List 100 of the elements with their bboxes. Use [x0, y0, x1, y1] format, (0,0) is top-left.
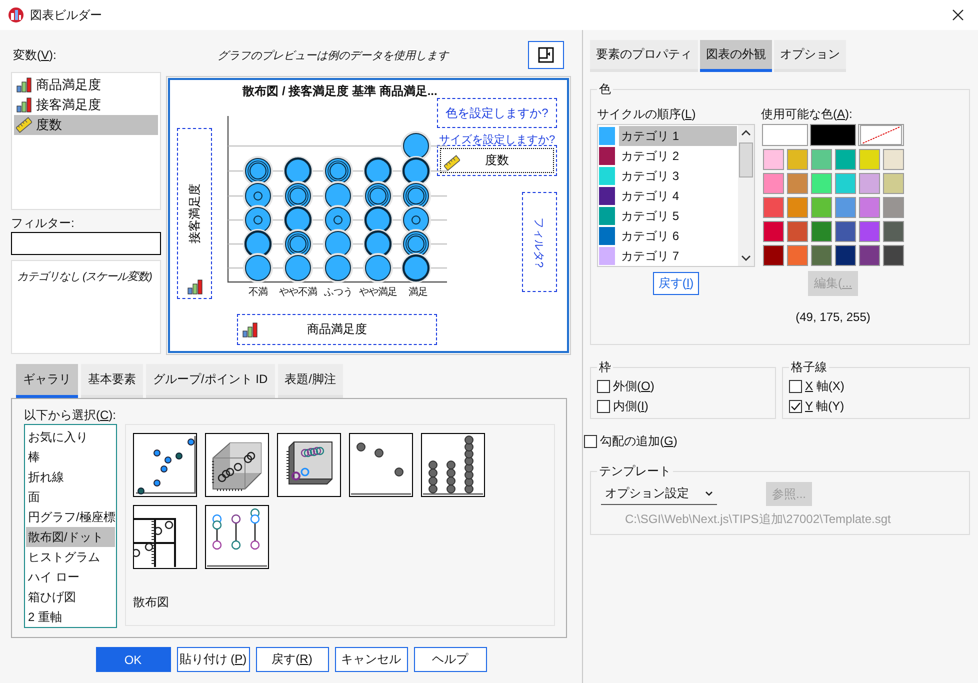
- y-axis-drop-zone[interactable]: 接客満足度: [177, 128, 212, 299]
- color-swatch[interactable]: [810, 173, 832, 194]
- bar-chart-icon: [187, 279, 203, 295]
- color-swatch[interactable]: [786, 149, 808, 170]
- list-item[interactable]: お気に入り: [26, 427, 115, 447]
- dialog-button[interactable]: ヘルプ: [414, 647, 486, 672]
- list-item[interactable]: カテゴリ 4: [619, 186, 737, 206]
- list-item[interactable]: ハイ ロー: [26, 567, 115, 587]
- color-swatch[interactable]: [810, 124, 856, 146]
- color-swatch[interactable]: [786, 245, 808, 266]
- checkbox[interactable]: [789, 400, 802, 412]
- close-icon[interactable]: [952, 9, 964, 21]
- color-swatch[interactable]: [858, 245, 880, 266]
- color-swatch[interactable]: [858, 197, 880, 218]
- scatter-thumbnail[interactable]: [133, 433, 197, 497]
- color-swatch[interactable]: [834, 245, 856, 266]
- group-title: 枠: [598, 359, 612, 376]
- dialog-button[interactable]: OK: [96, 647, 170, 672]
- variable-item[interactable]: 接客満足度: [14, 95, 158, 115]
- window-icon: [538, 47, 554, 63]
- color-swatch[interactable]: [762, 197, 784, 218]
- checkbox[interactable]: [597, 380, 610, 392]
- color-drop-zone[interactable]: 色を設定しますか?: [437, 98, 557, 128]
- drop-line-thumbnail[interactable]: [205, 505, 269, 569]
- x-axis-drop-zone[interactable]: 商品満足度: [237, 314, 437, 345]
- tab[interactable]: グループ/ポイント ID: [146, 364, 275, 398]
- template-dropdown[interactable]: オプション設定: [601, 483, 717, 505]
- color-swatch[interactable]: [786, 197, 808, 218]
- color-swatch[interactable]: [882, 221, 904, 242]
- color-swatch[interactable]: [762, 173, 784, 194]
- checkbox[interactable]: [597, 400, 610, 412]
- list-item[interactable]: 棒: [26, 447, 115, 467]
- color-swatch[interactable]: [810, 221, 832, 242]
- 3d-scatter-thumbnail[interactable]: [205, 433, 269, 497]
- preview-toggle-button[interactable]: [528, 41, 564, 69]
- tab[interactable]: オプション: [774, 40, 846, 72]
- scrollbar[interactable]: [738, 125, 754, 266]
- rgb-value: (49, 175, 255): [796, 310, 870, 324]
- color-swatch[interactable]: [786, 173, 808, 194]
- drop-zone-label: 色を設定しますか?: [446, 104, 548, 122]
- list-item[interactable]: カテゴリ 6: [619, 226, 737, 246]
- color-swatch[interactable]: [810, 197, 832, 218]
- list-item[interactable]: カテゴリ 1: [619, 126, 737, 146]
- color-swatch[interactable]: [858, 149, 880, 170]
- checkbox[interactable]: [789, 380, 802, 392]
- color-swatch[interactable]: [810, 245, 832, 266]
- color-swatch[interactable]: [762, 124, 808, 146]
- stacked-dot-plot-thumbnail[interactable]: [421, 433, 485, 497]
- color-swatch[interactable]: [762, 221, 784, 242]
- axis-tick-label: 満足: [408, 286, 428, 299]
- grouped-3d-scatter-thumbnail[interactable]: [277, 433, 341, 497]
- color-swatch[interactable]: [858, 173, 880, 194]
- tab[interactable]: ギャラリ: [16, 364, 78, 398]
- list-item[interactable]: カテゴリ 5: [619, 206, 737, 226]
- dialog-button[interactable]: キャンセル: [334, 647, 408, 672]
- list-item[interactable]: カテゴリ 3: [619, 166, 737, 186]
- color-swatch[interactable]: [858, 221, 880, 242]
- group-title: 格子線: [790, 359, 828, 376]
- color-swatch[interactable]: [762, 245, 784, 266]
- color-swatch[interactable]: [786, 221, 808, 242]
- drop-zone-label: 度数: [485, 152, 509, 169]
- available-colors-label: 使用可能な色(A):: [761, 106, 852, 123]
- scatter-matrix-thumbnail[interactable]: [133, 505, 197, 569]
- list-item[interactable]: カテゴリ 7: [619, 246, 737, 266]
- no-color-swatch[interactable]: [858, 124, 904, 146]
- dialog-button[interactable]: 戻す(R): [256, 647, 328, 672]
- variable-item[interactable]: 度数: [14, 115, 158, 135]
- tab[interactable]: 図表の外観: [700, 40, 772, 72]
- tab[interactable]: 基本要素: [81, 364, 143, 398]
- color-swatch[interactable]: [882, 149, 904, 170]
- reset-button[interactable]: 戻す(I): [653, 272, 699, 295]
- list-item[interactable]: 面: [26, 487, 115, 507]
- filter-field[interactable]: [11, 232, 161, 255]
- dialog-button[interactable]: 貼り付け (P): [176, 647, 250, 672]
- color-swatch[interactable]: [882, 173, 904, 194]
- tab[interactable]: 表題/脚注: [278, 364, 344, 398]
- group-title: 色: [598, 81, 612, 98]
- list-item[interactable]: カテゴリ 2: [619, 146, 737, 166]
- dot-plot-thumbnail[interactable]: [349, 433, 413, 497]
- list-item[interactable]: 散布図/ドット: [26, 527, 115, 547]
- color-swatch[interactable]: [882, 245, 904, 266]
- list-item[interactable]: 箱ひげ図: [26, 587, 115, 607]
- color-swatch[interactable]: [762, 149, 784, 170]
- list-item[interactable]: 折れ線: [26, 467, 115, 487]
- list-item[interactable]: 2 重軸: [26, 607, 115, 627]
- color-swatch[interactable]: [834, 221, 856, 242]
- color-swatch[interactable]: [882, 197, 904, 218]
- color-swatch[interactable]: [834, 149, 856, 170]
- variable-item[interactable]: 商品満足度: [14, 75, 158, 95]
- size-drop-zone[interactable]: 度数: [437, 145, 557, 176]
- color-swatch[interactable]: [810, 149, 832, 170]
- filter-drop-zone[interactable]: フィルタ?: [522, 192, 557, 292]
- checkbox[interactable]: [584, 434, 597, 448]
- group-title: テンプレート: [598, 463, 672, 480]
- color-swatch[interactable]: [834, 197, 856, 218]
- list-item[interactable]: 円グラフ/極座標: [26, 507, 115, 527]
- color-swatch[interactable]: [834, 173, 856, 194]
- tab[interactable]: 要素のプロパティ: [590, 40, 698, 72]
- list-item[interactable]: ヒストグラム: [26, 547, 115, 567]
- ruler-icon: [444, 155, 460, 171]
